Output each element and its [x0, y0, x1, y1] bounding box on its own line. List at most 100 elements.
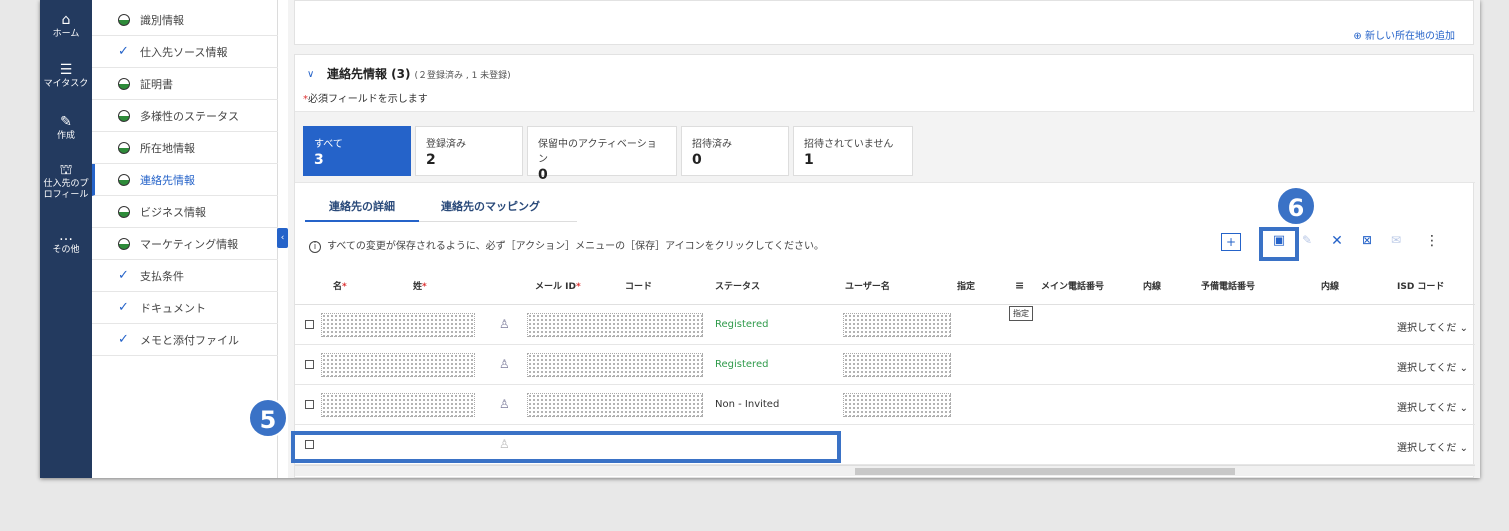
masked-name — [321, 353, 475, 377]
horizontal-scrollbar[interactable] — [295, 465, 1475, 476]
section-item-locations[interactable]: 所在地情報 — [92, 132, 278, 164]
nav-my-tasks[interactable]: ☰ マイタスク — [40, 62, 92, 90]
tile-not-invited[interactable]: 招待されていません 1 — [793, 126, 913, 176]
edit-icon: ✎ — [60, 114, 72, 130]
person-icon[interactable]: ♙ — [499, 357, 510, 371]
col-isd-code: ISD コード — [1397, 282, 1445, 292]
person-icon[interactable]: ♙ — [499, 317, 510, 331]
export-icon[interactable]: ⊠ — [1359, 233, 1375, 253]
col-backup-phone: 予備電話番号 — [1201, 282, 1256, 292]
check-icon: ✓ — [118, 332, 129, 347]
tile-registered[interactable]: 登録済み 2 — [415, 126, 523, 176]
col-designate: 指定 — [957, 282, 976, 292]
section-item-notes[interactable]: ✓ メモと添付ファイル — [92, 324, 278, 356]
chevron-down-icon: ⌄ — [1459, 363, 1468, 374]
section-item-marketing[interactable]: マーケティング情報 — [92, 228, 278, 260]
masked-name — [321, 393, 475, 417]
section-item-identification[interactable]: 識別情報 — [92, 4, 278, 36]
section-list: 識別情報 ✓ 仕入先ソース情報 証明書 多様性のステータス 所在地情報 連絡先情… — [92, 0, 278, 478]
masked-username — [843, 393, 951, 417]
col-extension-2: 内線 — [1321, 282, 1340, 292]
status-text: Registered — [715, 359, 769, 370]
scroll-thumb[interactable] — [855, 468, 1235, 475]
section-item-payment-terms[interactable]: ✓ 支払条件 — [92, 260, 278, 292]
masked-email — [527, 353, 703, 377]
tile-pending-activation[interactable]: 保留中のアクティベーション 0 — [527, 126, 677, 183]
section-item-contacts[interactable]: 連絡先情報 — [92, 164, 278, 196]
add-location-link[interactable]: ⊕ 新しい所在地の追加 — [1353, 27, 1455, 42]
masked-email — [527, 393, 703, 417]
masked-name — [321, 313, 475, 337]
nav-more[interactable]: … その他 — [40, 228, 92, 256]
step-marker-6: 6 — [1276, 186, 1316, 226]
col-first-name: 名* — [333, 282, 347, 292]
col-code: コード — [625, 282, 653, 292]
nav-supplier-profile[interactable]: ⛫ 仕入先のプロフィール — [40, 162, 92, 201]
add-row-icon[interactable]: + — [1221, 233, 1241, 251]
col-extension: 内線 — [1143, 282, 1162, 292]
tile-invited[interactable]: 招待済み 0 — [681, 126, 789, 176]
check-icon: ✓ — [118, 268, 129, 283]
main-content: ⊕ 新しい所在地の追加 ∨ 連絡先情報 (3) (２登録済み , 1 未登録) *… — [288, 0, 1480, 478]
status-text: Registered — [715, 319, 769, 330]
chevron-down-icon: ⌄ — [1459, 323, 1468, 334]
col-username: ユーザー名 — [845, 282, 890, 292]
section-item-business[interactable]: ビジネス情報 — [92, 196, 278, 228]
table-header: 名* 姓* メール ID* コード ステータス ユーザー名 指定 ≡ メイン電話… — [295, 265, 1475, 305]
section-item-diversity[interactable]: 多様性のステータス — [92, 100, 278, 132]
row-checkbox[interactable] — [305, 400, 314, 409]
partial-status-icon — [118, 14, 130, 26]
tab-contact-mapping[interactable]: 連絡先のマッピング — [441, 198, 540, 214]
tile-all[interactable]: すべて 3 — [303, 126, 411, 176]
edit-icon[interactable]: ✎ — [1299, 233, 1315, 253]
isd-select[interactable]: 選択してくだ ⌄ — [1397, 319, 1468, 334]
section-item-sourcing[interactable]: ✓ 仕入先ソース情報 — [92, 36, 278, 68]
invite-icon[interactable]: ✉ — [1387, 233, 1405, 253]
col-email: メール ID* — [535, 282, 581, 292]
check-icon: ✓ — [118, 44, 129, 59]
check-icon: ✓ — [118, 300, 129, 315]
chevron-down-icon: ⌄ — [1459, 403, 1468, 414]
chevron-down-icon[interactable]: ∨ — [307, 69, 314, 80]
isd-select[interactable]: 選択してくだ ⌄ — [1397, 359, 1468, 374]
section-title: 連絡先情報 (3) (２登録済み , 1 未登録) — [327, 67, 511, 81]
section-item-certificates[interactable]: 証明書 — [92, 68, 278, 100]
tab-contact-details[interactable]: 連絡先の詳細 — [329, 198, 395, 214]
save-highlight — [1259, 227, 1299, 261]
person-icon[interactable]: ♙ — [499, 397, 510, 411]
col-main-phone: メイン電話番号 — [1041, 282, 1105, 292]
home-icon: ⌂ — [61, 12, 71, 28]
partial-status-icon — [118, 238, 130, 250]
nav-create[interactable]: ✎ 作成 — [40, 114, 92, 142]
new-row-highlight — [291, 431, 841, 463]
masked-username — [843, 353, 951, 377]
status-text: Non - Invited — [715, 399, 780, 410]
nav-home[interactable]: ⌂ ホーム — [40, 12, 92, 40]
partial-status-icon — [118, 142, 130, 154]
section-item-documents[interactable]: ✓ ドキュメント — [92, 292, 278, 324]
table-row[interactable]: ♙ Registered 選択してくだ ⌄ — [295, 345, 1475, 385]
left-nav: ⌂ ホーム ☰ マイタスク ✎ 作成 ⛫ 仕入先のプロフィール … その他 — [40, 0, 92, 478]
masked-email — [527, 313, 703, 337]
required-note: *必須フィールドを示します — [303, 94, 428, 105]
collapse-panel-button[interactable]: ‹ — [277, 228, 288, 248]
row-checkbox[interactable] — [305, 320, 314, 329]
col-last-name: 姓* — [413, 282, 427, 292]
chevron-down-icon: ⌄ — [1459, 443, 1468, 454]
designate-tooltip: 指定 — [1009, 306, 1033, 321]
row-checkbox[interactable] — [305, 360, 314, 369]
contact-info-card: ∨ 連絡先情報 (3) (２登録済み , 1 未登録) *必須フィールドを示します… — [291, 54, 1475, 478]
step-marker-5: 5 — [248, 398, 288, 438]
isd-select[interactable]: 選択してくだ ⌄ — [1397, 439, 1468, 454]
table-row[interactable]: ♙ Non - Invited 選択してくだ ⌄ — [295, 385, 1475, 425]
more-icon: … — [59, 228, 73, 244]
info-icon: i — [309, 241, 321, 253]
more-vertical-icon[interactable]: ⋮ — [1425, 233, 1439, 253]
table-row[interactable]: ♙ Registered 選択してくだ ⌄ — [295, 305, 1475, 345]
close-icon[interactable]: ✕ — [1329, 233, 1345, 253]
partial-status-icon — [118, 206, 130, 218]
list-icon: ☰ — [59, 62, 73, 78]
isd-select[interactable]: 選択してくだ ⌄ — [1397, 399, 1468, 414]
location-card: ⊕ 新しい所在地の追加 — [294, 0, 1474, 45]
menu-icon[interactable]: ≡ — [1015, 279, 1024, 292]
